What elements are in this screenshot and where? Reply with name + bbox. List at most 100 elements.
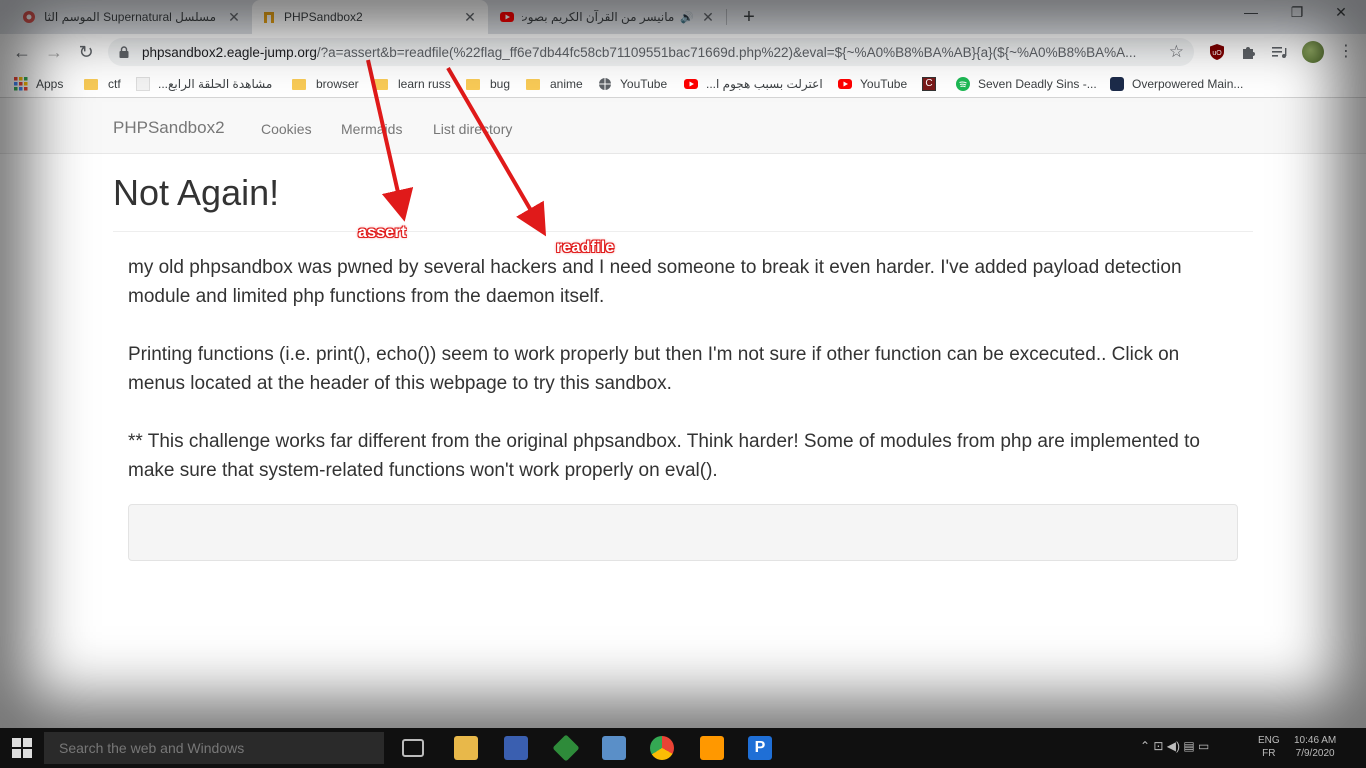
windows-taskbar: Search the web and Windows P ⌃ ⊡ ◀) ▤ ▭ … [0, 728, 1366, 768]
ublock-extension-icon[interactable]: uO [1208, 43, 1226, 61]
bookmarks-bar: Apps ctf مشاهدة الحلقة الرابع... browser… [0, 70, 1366, 98]
site-brand[interactable]: PHPSandbox2 [113, 118, 225, 138]
bookmark-learn-russ[interactable]: learn russ [374, 75, 451, 93]
bookmark-label: browser [316, 77, 359, 91]
windows-start-icon[interactable] [12, 738, 32, 758]
site-icon [1110, 77, 1124, 91]
apps-grid-icon [14, 77, 28, 91]
lock-icon [119, 46, 129, 58]
language-indicator[interactable]: ENG FR [1258, 734, 1280, 760]
extensions-puzzle-icon[interactable] [1239, 43, 1257, 61]
url-path: /?a=assert&b=readfile(%22flag_ff6e7db44f… [316, 45, 1137, 60]
bookmark-label: مشاهدة الحلقة الرابع... [158, 77, 273, 91]
folder-icon [466, 78, 480, 90]
tab-title: مانيسر من القرآن الكريم بصوت [522, 10, 675, 24]
bookmark-youtube-1[interactable]: YouTube [598, 75, 667, 93]
sublime-text-icon[interactable] [700, 736, 724, 760]
green-diamond-app-icon[interactable] [552, 734, 580, 762]
bookmark-label: Apps [36, 77, 64, 91]
browser-toolbar: ← → ↻ phpsandbox2.eagle-jump.org/?a=asse… [0, 34, 1366, 70]
bookmark-apps[interactable]: Apps [14, 75, 63, 93]
intro-paragraph: my old phpsandbox was pwned by several h… [128, 257, 1182, 307]
bookmark-episode[interactable]: مشاهدة الحلقة الرابع... [136, 75, 272, 93]
tab-title: PHPSandbox2 [284, 10, 363, 24]
reload-button[interactable]: ↻ [74, 40, 98, 64]
printing-paragraph: Printing functions (i.e. print(), echo()… [128, 344, 1180, 394]
bookmark-label: اعترلت بسبب هجوم ا... [706, 77, 823, 91]
tab-supernatural[interactable]: مسلسل Supernatural الموسم الثا ✕ [12, 0, 252, 34]
clock-time: 10:46 AM [1294, 735, 1337, 746]
bookmark-browser[interactable]: browser [292, 75, 359, 93]
taskbar-clock[interactable]: 10:46 AM 7/9/2020 [1294, 734, 1336, 760]
p-app-icon[interactable]: P [748, 736, 772, 760]
clock-date: 7/9/2020 [1295, 748, 1335, 759]
profile-avatar[interactable] [1302, 41, 1324, 63]
tab-strip: مسلسل Supernatural الموسم الثا ✕ PHPSand… [0, 0, 1366, 34]
site-icon [136, 77, 150, 91]
bookmark-label: ctf [108, 77, 121, 91]
back-button[interactable]: ← [10, 40, 34, 64]
tab-title: مسلسل Supernatural الموسم الثا [44, 10, 217, 24]
bookmark-ctf[interactable]: ctf [84, 75, 121, 93]
task-view-icon[interactable] [402, 739, 424, 757]
restore-button[interactable]: ❐ [1282, 4, 1312, 26]
new-tab-button[interactable]: + [738, 6, 760, 28]
close-window-button[interactable]: ✕ [1326, 4, 1356, 26]
web-page: PHPSandbox2 Cookies Mermaids List direct… [0, 98, 1366, 728]
bookmark-bug[interactable]: bug [466, 75, 510, 93]
file-explorer-icon[interactable] [454, 736, 478, 760]
tab-divider [726, 9, 727, 25]
bookmark-label: bug [490, 77, 511, 91]
site-favicon-icon [23, 11, 35, 23]
bookmark-youtube-2[interactable]: YouTube [838, 75, 907, 93]
bookmark-label: anime [550, 77, 583, 91]
assert-annotation-label: assert [358, 224, 407, 241]
svg-text:uO: uO [1212, 50, 1222, 57]
bookmark-label: Seven Deadly Sins -... [978, 77, 1097, 91]
close-tab-icon[interactable]: ✕ [462, 9, 478, 26]
nav-link-cookies[interactable]: Cookies [261, 121, 312, 137]
forward-button[interactable]: → [42, 40, 66, 64]
folder-icon [526, 78, 540, 90]
taskbar-search-box[interactable]: Search the web and Windows [44, 732, 384, 764]
nav-link-list-directory[interactable]: List directory [433, 121, 512, 137]
remote-desktop-icon[interactable] [602, 736, 626, 760]
youtube-favicon-icon [500, 12, 514, 22]
bookmark-label: learn russ [398, 77, 451, 91]
save-app-icon[interactable] [504, 736, 528, 760]
page-title: Not Again! [113, 172, 280, 213]
media-queue-icon[interactable] [1270, 43, 1288, 61]
folder-icon [84, 78, 98, 90]
bookmark-label: YouTube [860, 77, 908, 91]
nav-link-mermaids[interactable]: Mermaids [341, 121, 402, 137]
tab-phpsandbox2[interactable]: PHPSandbox2 ✕ [252, 0, 488, 34]
tray-icons[interactable]: ⌃ ⊡ ◀) ▤ ▭ [1140, 740, 1209, 753]
close-tab-icon[interactable]: ✕ [226, 9, 242, 26]
youtube-icon [684, 79, 698, 89]
bookmark-overpowered-main[interactable]: Overpowered Main... [1110, 75, 1243, 93]
spotify-icon [956, 77, 970, 91]
url-text[interactable]: phpsandbox2.eagle-jump.org/?a=assert&b=r… [142, 45, 1152, 60]
menu-kebab-icon[interactable]: ⋮ [1338, 41, 1354, 61]
sandbox-favicon-icon [264, 12, 274, 23]
bookmark-label: YouTube [620, 77, 668, 91]
bookmark-c-site[interactable]: C [922, 75, 944, 93]
tab-quran[interactable]: مانيسر من القرآن الكريم بصوت 🔊 ✕ [490, 0, 726, 34]
site-icon: C [922, 77, 936, 91]
bookmark-anime[interactable]: anime [526, 75, 583, 93]
youtube-icon [838, 79, 852, 89]
bookmark-arabic-video[interactable]: اعترلت بسبب هجوم ا... [684, 75, 823, 93]
globe-icon [599, 78, 611, 90]
close-tab-icon[interactable]: ✕ [700, 9, 716, 26]
minimize-button[interactable]: — [1236, 4, 1266, 26]
bookmark-seven-deadly-sins[interactable]: Seven Deadly Sins -... [956, 75, 1097, 93]
speaker-icon: 🔊 [680, 11, 694, 24]
folder-icon [374, 78, 388, 90]
readfile-annotation-label: readfile [556, 239, 615, 256]
chrome-taskbar-icon[interactable] [650, 736, 674, 760]
address-bar[interactable]: phpsandbox2.eagle-jump.org/?a=assert&b=r… [108, 38, 1194, 66]
bookmark-star-icon[interactable]: ☆ [1169, 42, 1184, 62]
header-divider [113, 231, 1253, 232]
url-host: phpsandbox2.eagle-jump.org [142, 45, 317, 60]
output-well [128, 504, 1238, 561]
